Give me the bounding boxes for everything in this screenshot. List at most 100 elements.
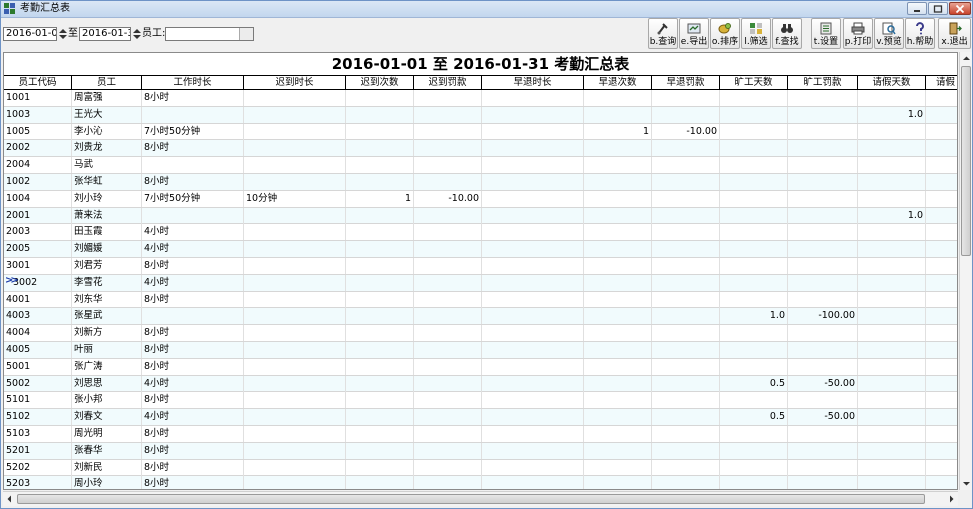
minimize-icon (914, 9, 920, 12)
table-row[interactable]: 1005 李小沁 7小时50分钟 1 -10.00 (4, 123, 957, 141)
table-cell (244, 174, 346, 190)
table-cell (788, 241, 858, 258)
column-header[interactable]: 迟到罚款 (414, 76, 482, 89)
export-button[interactable]: e.导出 (679, 18, 709, 49)
column-header[interactable]: 旷工天数 (720, 76, 788, 89)
column-header[interactable]: 早退时长 (482, 76, 584, 89)
end-date-spinner[interactable] (132, 27, 142, 41)
table-cell: 8小时 (142, 358, 244, 375)
vertical-scroll-thumb[interactable] (961, 66, 971, 256)
table-cell (720, 442, 788, 459)
column-header[interactable]: 迟到时长 (244, 76, 346, 89)
table-cell (652, 342, 720, 358)
table-row[interactable]: 5101 张小邦 8小时 (4, 392, 957, 410)
table-cell (584, 190, 652, 207)
employee-combo[interactable] (165, 27, 254, 41)
table-cell (652, 426, 720, 442)
table-cell (858, 426, 926, 442)
column-header[interactable]: 旷工罚款 (788, 76, 858, 89)
table-cell (244, 442, 346, 459)
table-row[interactable]: 4003 张星武 1.0 -100.00 (4, 308, 957, 326)
find-button[interactable]: f.查找 (772, 18, 802, 49)
column-header[interactable]: 早退罚款 (652, 76, 720, 89)
start-date-field[interactable]: 2016-01-01 (3, 27, 57, 41)
table-cell: -50.00 (788, 375, 858, 392)
table-row[interactable]: 4001 刘东华 8小时 (4, 291, 957, 309)
table-cell (414, 123, 482, 140)
table-cell (346, 241, 414, 258)
end-date-field[interactable]: 2016-01-31 (79, 27, 131, 41)
start-date-spinner[interactable] (58, 27, 68, 41)
minimize-button[interactable] (907, 2, 927, 15)
print-button[interactable]: p.打印 (843, 18, 873, 49)
table-cell (720, 123, 788, 140)
table-cell (926, 476, 957, 489)
table-cell: 张小邦 (72, 392, 142, 409)
help-button[interactable]: h.帮助 (905, 18, 935, 49)
column-header[interactable]: 员工 (72, 76, 142, 89)
table-cell: 张春华 (72, 442, 142, 459)
horizontal-scrollbar[interactable] (3, 491, 958, 506)
table-cell (482, 409, 584, 426)
table-row[interactable]: 5202 刘新民 8小时 (4, 459, 957, 477)
table-row[interactable]: 2003 田玉霞 4小时 (4, 224, 957, 242)
table-row[interactable]: 5203 周小玲 8小时 (4, 476, 957, 489)
table-cell (346, 140, 414, 157)
table-cell (482, 426, 584, 442)
table-cell (858, 325, 926, 342)
table-cell (858, 476, 926, 489)
table-cell (720, 241, 788, 258)
table-cell (652, 442, 720, 459)
table-row[interactable]: 5001 张广涛 8小时 (4, 358, 957, 376)
column-header[interactable]: 工作时长 (142, 76, 244, 89)
table-row[interactable]: 2005 刘媚媛 4小时 (4, 241, 957, 258)
table-row[interactable]: 3001 刘君芳 8小时 (4, 258, 957, 275)
table-cell (926, 359, 957, 375)
table-row[interactable]: 2002 刘贵龙 8小时 (4, 140, 957, 158)
table-row[interactable]: 5201 张春华 8小时 (4, 442, 957, 460)
table-cell (584, 409, 652, 426)
vertical-scrollbar[interactable] (959, 52, 972, 490)
table-row[interactable]: 3002 李雪花 4小时 >> (4, 274, 957, 292)
column-header[interactable]: 早退次数 (584, 76, 652, 89)
preview-icon (882, 22, 896, 35)
table-row[interactable]: 1001 周富强 8小时 (4, 90, 957, 107)
sort-button[interactable]: o.排序 (710, 18, 740, 49)
column-header[interactable]: 迟到次数 (346, 76, 414, 89)
table-cell (584, 274, 652, 291)
table-row[interactable]: 2004 马武 (4, 157, 957, 174)
table-cell (652, 106, 720, 123)
column-header[interactable]: 员工代码 (4, 76, 72, 89)
table-cell (720, 291, 788, 308)
sort-icon (718, 23, 731, 34)
table-row[interactable]: 1004 刘小玲 7小时50分钟 10分钟 1 -10.00 (4, 190, 957, 208)
table-row[interactable]: 1002 张华虹 8小时 (4, 174, 957, 191)
table-cell (414, 358, 482, 375)
column-header[interactable]: 请假 (926, 76, 957, 89)
close-button[interactable] (949, 2, 971, 15)
table-cell (926, 107, 957, 123)
horizontal-scroll-thumb[interactable] (17, 494, 925, 504)
table-cell (346, 291, 414, 308)
employee-dropdown-button[interactable] (239, 28, 253, 40)
column-header[interactable]: 请假天数 (858, 76, 926, 89)
table-cell (788, 274, 858, 291)
table-row[interactable]: 5002 刘思思 4小时 0.5 -50.00 (4, 375, 957, 393)
settings-button[interactable]: t.设置 (811, 18, 841, 49)
scroll-right-arrow-icon (950, 495, 954, 503)
table-cell (244, 157, 346, 174)
table-row[interactable]: 2001 萧来法 1.0 (4, 207, 957, 225)
query-button[interactable]: b.查询 (648, 18, 678, 49)
table-row[interactable]: 5102 刘春文 4小时 0.5 -50.00 (4, 409, 957, 426)
table-row[interactable]: 4005 叶丽 8小时 (4, 342, 957, 359)
table-row[interactable]: 4004 刘新方 8小时 (4, 325, 957, 342)
table-row[interactable]: 1003 王光大 1.0 (4, 106, 957, 124)
table-cell (926, 241, 957, 257)
preview-button[interactable]: v.预览 (874, 18, 904, 49)
printer-icon (851, 22, 865, 35)
table-row[interactable]: 5103 周光明 8小时 (4, 426, 957, 443)
filter-button[interactable]: l.筛选 (741, 18, 771, 49)
table-cell (720, 258, 788, 274)
maximize-button[interactable] (928, 2, 948, 15)
exit-button[interactable]: x.退出 (938, 18, 971, 49)
